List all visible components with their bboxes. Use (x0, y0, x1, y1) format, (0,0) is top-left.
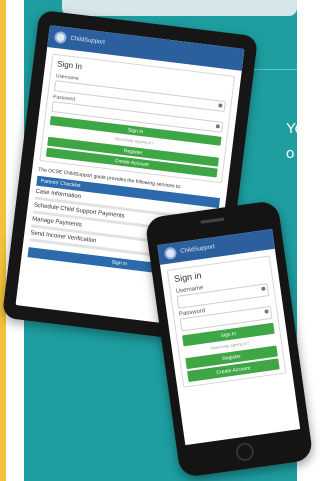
phone-screen: ChildSupport Sign in Username Password S… (157, 228, 301, 446)
tablet-sign-in-panel: Sign In Username Password Sign In Need h… (39, 53, 236, 184)
logo-icon (163, 246, 178, 261)
phone-speaker (200, 217, 225, 224)
home-button[interactable] (234, 441, 256, 463)
lock-icon (264, 309, 269, 314)
top-banner (62, 0, 297, 16)
phone-logo-text: ChildSupport (179, 244, 216, 255)
tablet-logo-text: ChildSupport (70, 35, 106, 46)
logo-icon (53, 30, 68, 45)
phone-sign-in-panel: Sign in Username Password Sign In Need h… (166, 255, 287, 388)
side-text-line-1: Yo (286, 120, 303, 137)
lock-icon (215, 124, 221, 129)
side-text-line-2: o (286, 145, 295, 162)
user-icon (261, 286, 266, 291)
left-accent-stripe (0, 0, 6, 481)
user-icon (218, 103, 223, 108)
